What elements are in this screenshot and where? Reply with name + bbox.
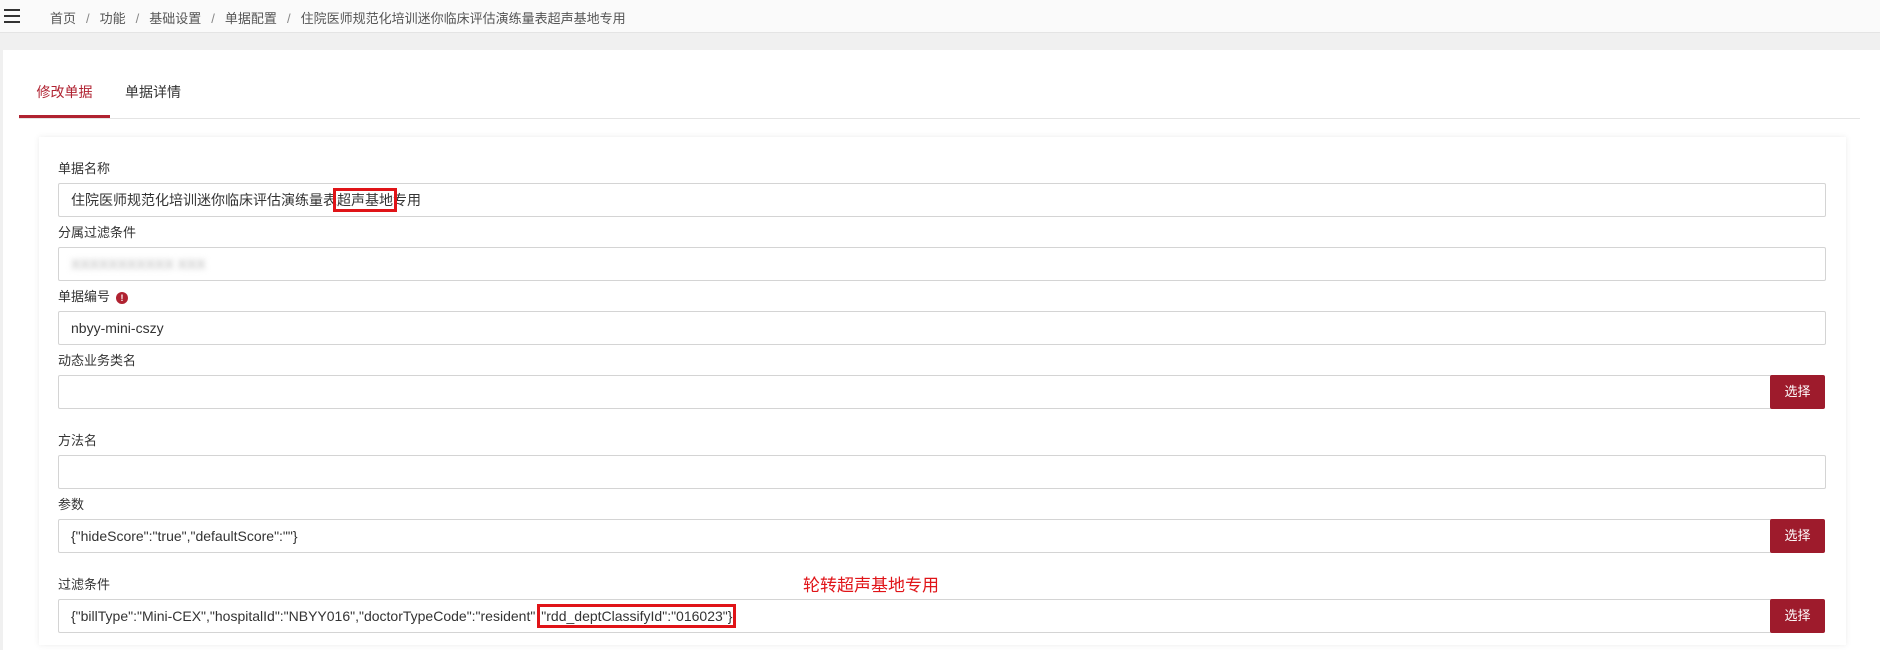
breadcrumb-item[interactable]: 单据配置 — [225, 11, 277, 26]
params-input[interactable]: {"hideScore":"true","defaultScore":""} — [58, 519, 1774, 553]
tab-bar: 修改单据 单据详情 — [19, 67, 1860, 119]
filter-branch-value: XXXXXXXXXXX XXX — [71, 256, 206, 272]
info-icon[interactable]: ! — [116, 291, 129, 304]
dynamic-class-select-button[interactable]: 选择 — [1770, 375, 1825, 409]
breadcrumb: 首页 / 功能 / 基础设置 / 单据配置 / 住院医师规范化培训迷你临床评估演练量表超声基地专… — [50, 11, 626, 26]
bill-code-input[interactable]: nbyy-mini-cszy — [58, 311, 1826, 345]
top-bar: 首页 / 功能 / 基础设置 / 单据配置 / 住院医师规范化培训迷你临床评估演练量表超声基地专… — [0, 0, 1880, 33]
bill-name-label: 单据名称 — [58, 161, 111, 176]
breadcrumb-item[interactable]: 首页 — [50, 11, 76, 26]
filter-highlight: "rdd_deptClassifyId":"016023"} — [537, 604, 737, 628]
filter-branch-input[interactable]: XXXXXXXXXXX XXX — [58, 247, 1826, 281]
dynamic-class-label: 动态业务类名 — [58, 353, 137, 368]
tab-edit-bill[interactable]: 修改单据 — [19, 82, 110, 118]
filter-input[interactable]: {"billType":"Mini-CEX","hospitalId":"NBY… — [58, 599, 1774, 633]
filter-branch-label: 分属过滤条件 — [58, 225, 137, 240]
params-label: 参数 — [58, 497, 85, 512]
method-input[interactable] — [58, 455, 1826, 489]
breadcrumb-item[interactable]: 基础设置 — [149, 11, 201, 26]
bill-code-label-text: 单据编号 — [58, 289, 111, 304]
filter-label: 过滤条件 — [58, 577, 111, 592]
annotation-text: 轮转超声基地专用 — [803, 576, 939, 596]
dynamic-class-input[interactable] — [58, 375, 1774, 409]
filter-select-button[interactable]: 选择 — [1770, 599, 1825, 633]
method-label: 方法名 — [58, 433, 98, 448]
hamburger-menu-icon[interactable] — [2, 6, 22, 26]
bill-name-highlight: 超声基地 — [333, 188, 397, 212]
bill-code-label: 单据编号! — [58, 286, 129, 305]
params-select-button[interactable]: 选择 — [1770, 519, 1825, 553]
params-value: {"hideScore":"true","defaultScore":""} — [71, 528, 298, 544]
bill-name-text-suffix: 专用 — [393, 192, 421, 208]
bill-code-value: nbyy-mini-cszy — [71, 320, 164, 336]
tab-bill-details[interactable]: 单据详情 — [125, 82, 181, 117]
breadcrumb-item-current: 住院医师规范化培训迷你临床评估演练量表超声基地专用 — [300, 11, 626, 26]
breadcrumb-item[interactable]: 功能 — [100, 11, 126, 26]
filter-value: {"billType":"Mini-CEX","hospitalId":"NBY… — [71, 608, 536, 624]
bill-name-input[interactable]: 住院医师规范化培训迷你临床评估演练量表超声基地专用 — [58, 183, 1826, 217]
bill-name-text: 住院医师规范化培训迷你临床评估演练量表 — [71, 192, 337, 208]
